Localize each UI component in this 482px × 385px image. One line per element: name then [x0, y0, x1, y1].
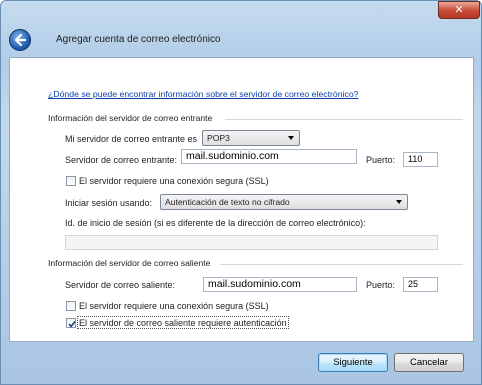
close-button[interactable]: ✕	[438, 1, 480, 19]
incoming-type-select[interactable]: POP3	[202, 130, 300, 146]
outgoing-auth-label: El servidor de correo saliente requiere …	[79, 318, 287, 328]
content-panel: ¿Dónde se puede encontrar información so…	[9, 57, 474, 342]
login-method-select[interactable]: Autenticación de texto no cifrado	[160, 194, 408, 210]
incoming-type-label: Mi servidor de correo entrante es	[65, 134, 198, 144]
incoming-port-input[interactable]: 110	[403, 152, 438, 167]
login-method-label: Iniciar sesión usando:	[65, 198, 153, 208]
incoming-type-value: POP3	[207, 133, 230, 143]
outgoing-server-label: Servidor de correo saliente:	[65, 280, 176, 290]
login-id-label: Id. de inicio de sesión (si es diferente…	[65, 218, 366, 228]
incoming-ssl-label: El servidor requiere una conexión segura…	[79, 176, 269, 186]
incoming-ssl-checkbox[interactable]	[66, 176, 76, 186]
outgoing-section-divider	[220, 264, 463, 265]
cancel-button[interactable]: Cancelar	[394, 353, 464, 372]
outgoing-port-label: Puerto:	[366, 280, 396, 290]
incoming-server-input[interactable]: mail.sudominio.com	[181, 149, 357, 164]
window-title: Agregar cuenta de correo electrónico	[56, 34, 221, 45]
incoming-section-divider	[225, 119, 463, 120]
checkmark-icon	[68, 321, 76, 328]
incoming-section-header: Información del servidor de correo entra…	[48, 113, 213, 123]
incoming-port-label: Puerto:	[366, 155, 396, 165]
outgoing-ssl-checkbox[interactable]	[66, 301, 76, 311]
outgoing-ssl-label: El servidor requiere una conexión segura…	[79, 301, 269, 311]
back-arrow-icon	[14, 33, 27, 47]
outgoing-server-input[interactable]: mail.sudominio.com	[203, 277, 357, 292]
next-button[interactable]: Siguiente	[318, 353, 388, 372]
outgoing-port-input[interactable]: 25	[403, 277, 438, 292]
chevron-down-icon	[288, 136, 294, 140]
chevron-down-icon	[396, 200, 402, 204]
help-link[interactable]: ¿Dónde se puede encontrar información so…	[48, 89, 359, 99]
back-button[interactable]	[9, 29, 31, 51]
outgoing-auth-checkbox[interactable]	[66, 318, 76, 328]
outgoing-section-header: Información del servidor de correo salie…	[48, 258, 211, 268]
login-method-value: Autenticación de texto no cifrado	[165, 197, 290, 207]
login-id-input[interactable]	[65, 235, 438, 250]
dialog-window: ✕ Agregar cuenta de correo electrónico ¿…	[0, 0, 482, 385]
close-icon: ✕	[454, 3, 464, 16]
incoming-server-label: Servidor de correo entrante:	[65, 155, 178, 165]
